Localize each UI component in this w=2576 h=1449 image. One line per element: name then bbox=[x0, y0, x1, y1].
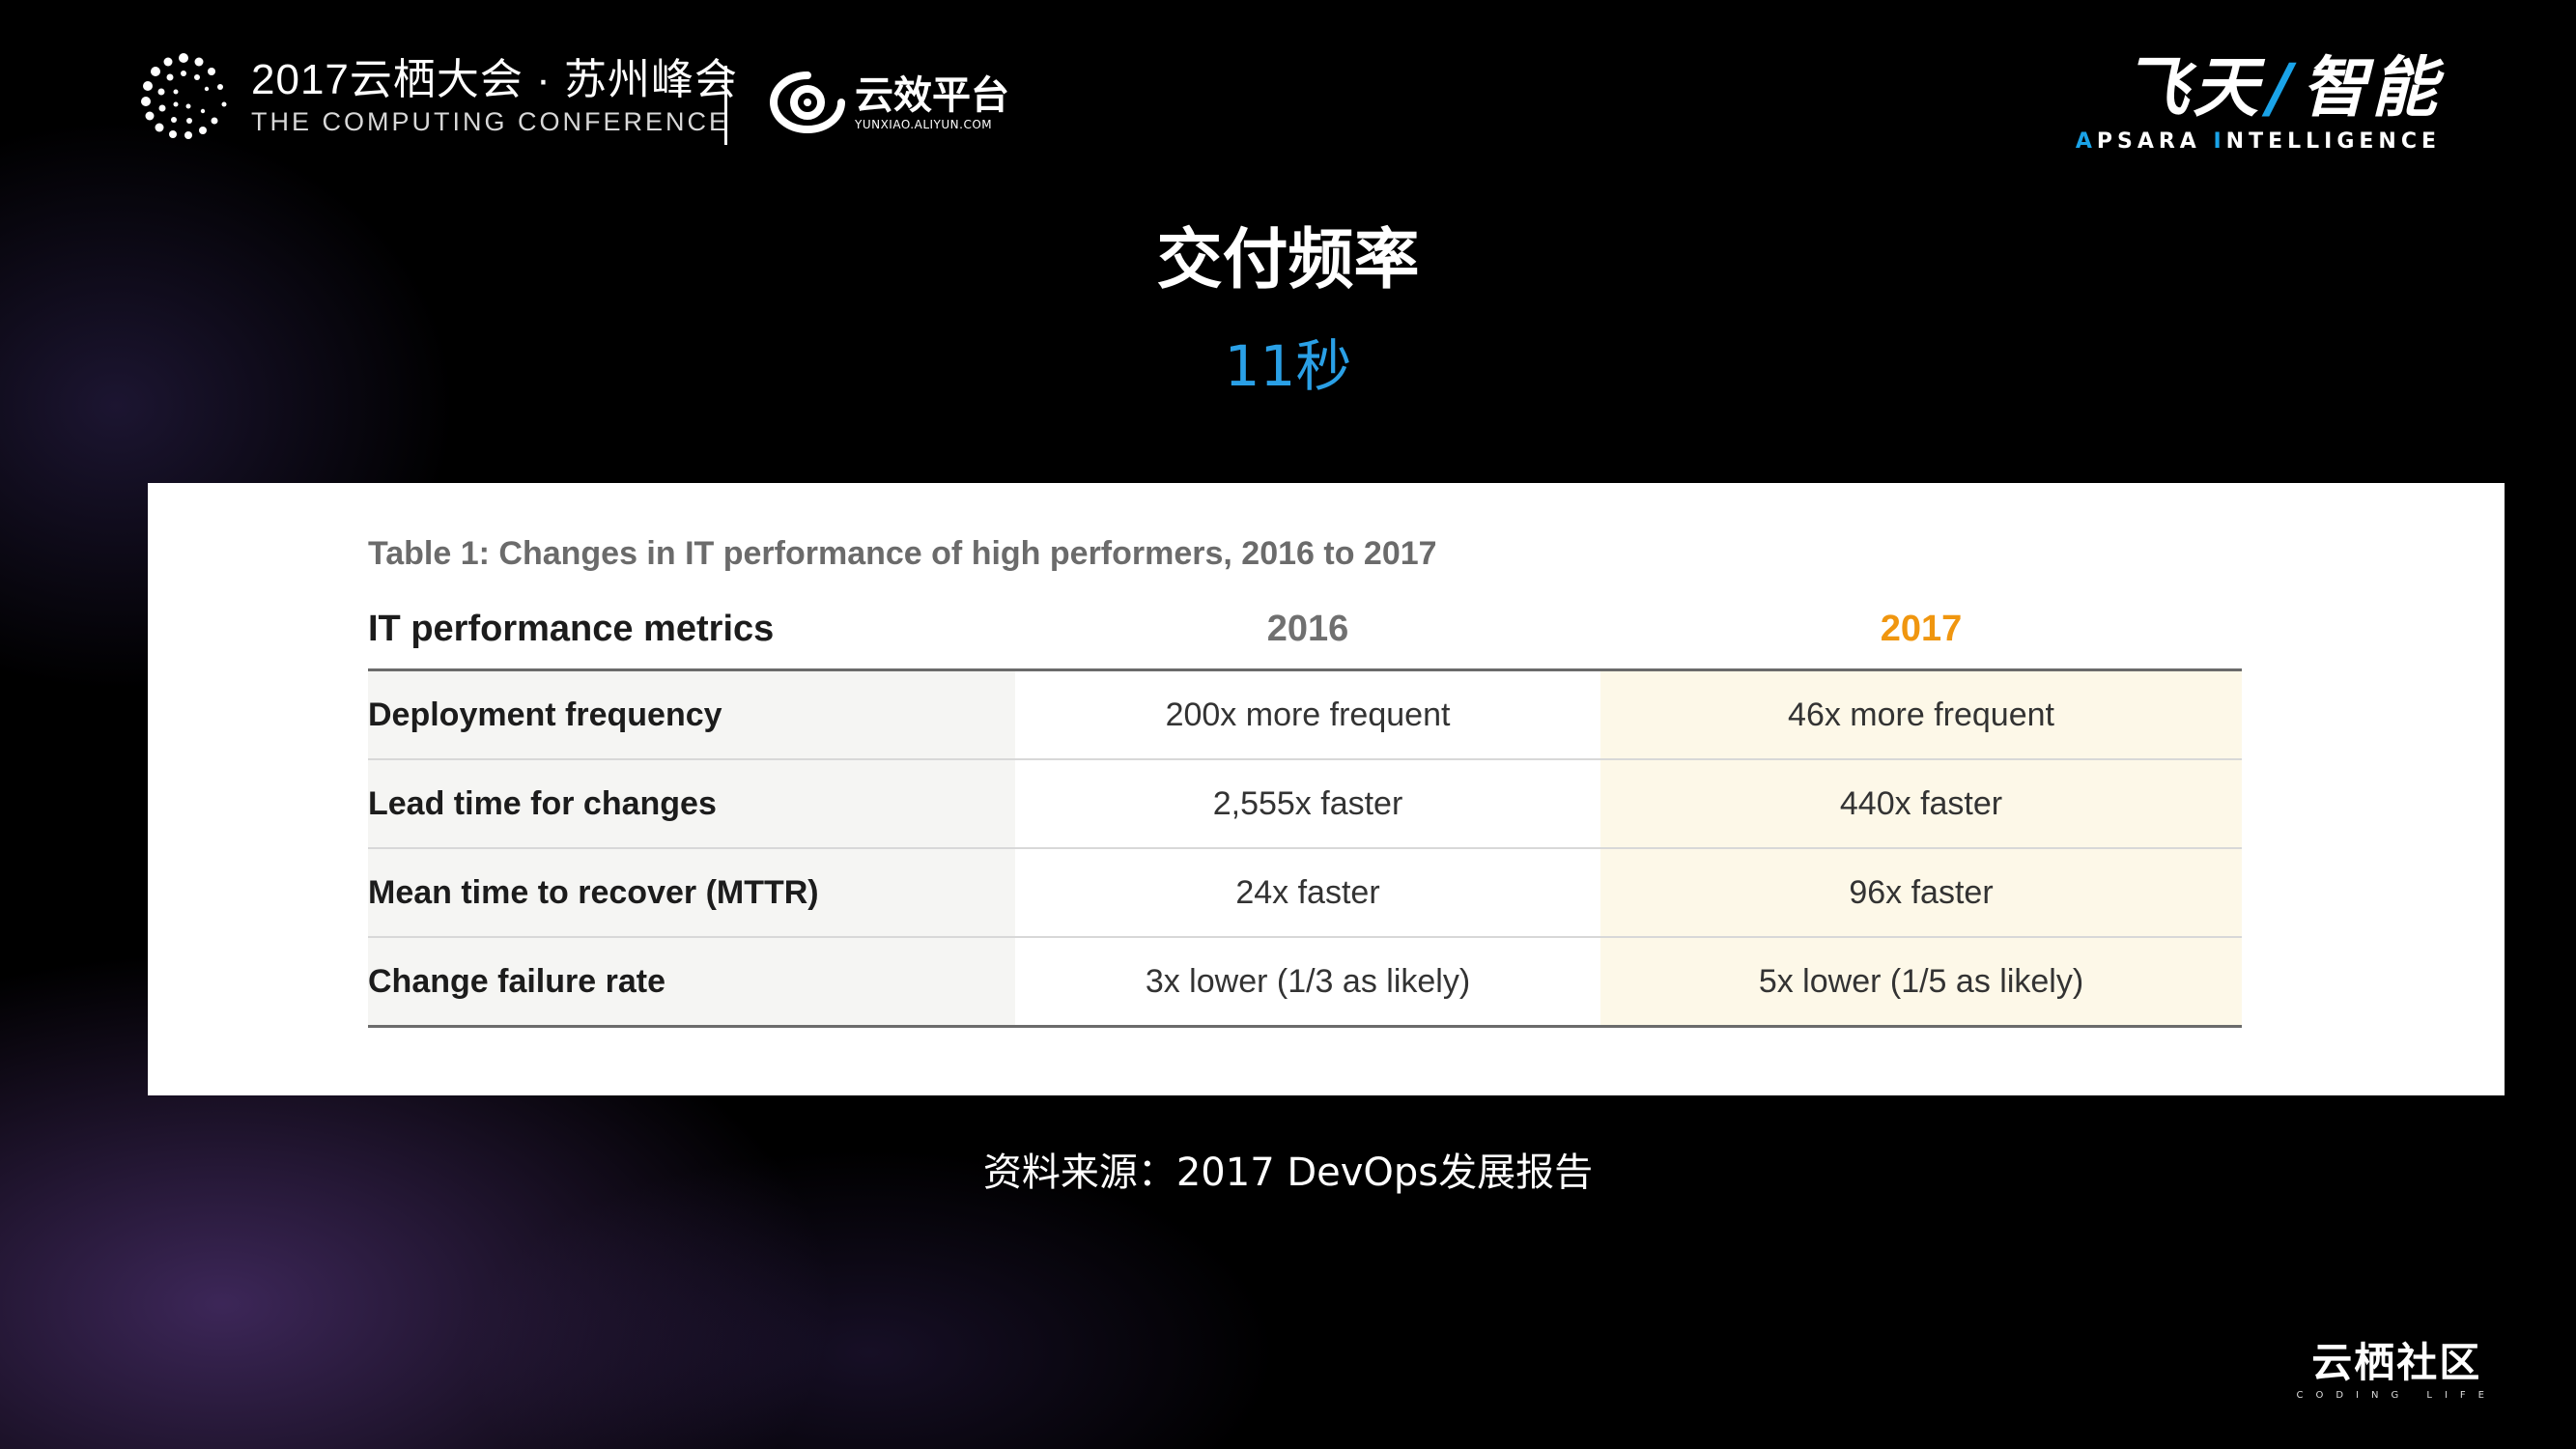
conference-title: 2017云栖大会 · 苏州峰会 bbox=[251, 56, 738, 103]
community-logo: 云栖社区 CODING LIFE bbox=[2296, 1339, 2497, 1403]
performance-table: IT performance metrics 2016 2017 Deploym… bbox=[368, 589, 2242, 1028]
brand-en-psara: PSARA bbox=[2096, 129, 2214, 154]
value-2016: 200x more frequent bbox=[1015, 669, 1600, 760]
platform-name: 云效平台 bbox=[855, 73, 1009, 118]
slide-title: 交付频率 bbox=[1156, 222, 1420, 298]
metric-name: Lead time for changes bbox=[368, 759, 1015, 849]
brand-slash: / bbox=[2268, 50, 2296, 127]
metric-name: Change failure rate bbox=[368, 937, 1015, 1028]
value-2017: 440x faster bbox=[1600, 759, 2242, 849]
value-2017: 46x more frequent bbox=[1600, 669, 2242, 760]
metric-name: Mean time to recover (MTTR) bbox=[368, 848, 1015, 938]
metric-name: Deployment frequency bbox=[368, 669, 1015, 760]
brand-cn-right: 智能 bbox=[2301, 50, 2441, 127]
table-row: Deployment frequency 200x more frequent … bbox=[368, 669, 2242, 760]
community-tagline: CODING LIFE bbox=[2296, 1390, 2497, 1401]
platform-url: YUNXIAO.ALIYUN.COM bbox=[855, 118, 993, 131]
conference-subtitle: THE COMPUTING CONFERENCE bbox=[251, 107, 730, 136]
brand-chinese: 飞天/智能 bbox=[2123, 50, 2441, 128]
source-citation: 资料来源：2017 DevOps发展报告 bbox=[982, 1151, 1594, 1195]
table-panel: Table 1: Changes in IT performance of hi… bbox=[148, 483, 2505, 1095]
table-header-row: IT performance metrics 2016 2017 bbox=[368, 589, 2242, 671]
value-2017: 5x lower (1/5 as likely) bbox=[1600, 937, 2242, 1028]
value-2016: 3x lower (1/3 as likely) bbox=[1015, 937, 1600, 1028]
table-row: Mean time to recover (MTTR) 24x faster 9… bbox=[368, 848, 2242, 938]
table-caption: Table 1: Changes in IT performance of hi… bbox=[368, 535, 1437, 572]
value-2016: 2,555x faster bbox=[1015, 759, 1600, 849]
cloud-eye-icon bbox=[769, 71, 845, 134]
slide-subtitle: 11秒 bbox=[1224, 333, 1352, 399]
header-2017: 2017 bbox=[1600, 589, 2242, 671]
brand-en-a: A bbox=[2075, 129, 2097, 154]
brand-cn-left: 飞天 bbox=[2123, 50, 2263, 127]
conference-logo: 2017云栖大会 · 苏州峰会 THE COMPUTING CONFERENCE bbox=[135, 48, 738, 145]
header-metrics: IT performance metrics bbox=[368, 589, 1015, 671]
value-2016: 24x faster bbox=[1015, 848, 1600, 938]
community-name: 云栖社区 bbox=[2311, 1339, 2482, 1386]
table-row: Lead time for changes 2,555x faster 440x… bbox=[368, 759, 2242, 849]
brand-en-ntelligence: NTELLIGENCE bbox=[2225, 129, 2441, 154]
header-divider bbox=[724, 66, 727, 145]
platform-logo: 云效平台 YUNXIAO.ALIYUN.COM bbox=[768, 68, 1009, 137]
brand-english: APSARA INTELLIGENCE bbox=[2076, 129, 2441, 155]
conference-dot-logo-icon bbox=[141, 53, 227, 139]
apsara-intelligence-brand: 飞天/智能 APSARA INTELLIGENCE bbox=[2076, 50, 2441, 155]
brand-en-i: I bbox=[2213, 129, 2226, 154]
table-row: Change failure rate 3x lower (1/3 as lik… bbox=[368, 937, 2242, 1028]
header-2016: 2016 bbox=[1015, 589, 1600, 671]
value-2017: 96x faster bbox=[1600, 848, 2242, 938]
